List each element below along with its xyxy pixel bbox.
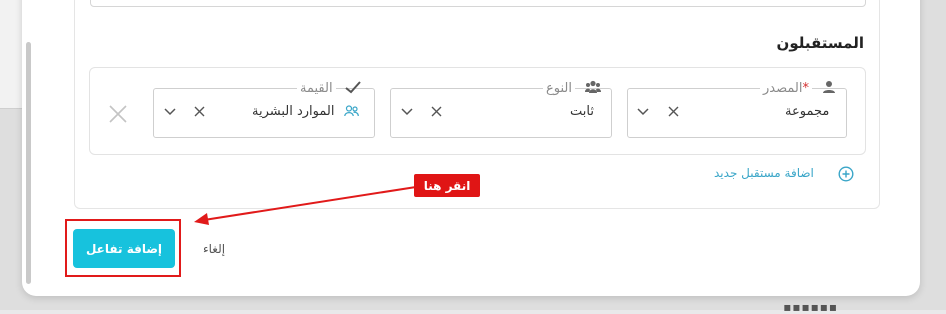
clear-x-icon[interactable]	[668, 106, 679, 117]
add-recipient-link[interactable]: اضافة مستقبل جديد	[714, 166, 814, 180]
chevron-down-icon[interactable]	[401, 107, 413, 116]
required-mark: *	[802, 81, 809, 96]
type-label: النوع	[543, 81, 575, 96]
scrollbar[interactable]	[26, 42, 31, 284]
clear-x-icon[interactable]	[431, 106, 442, 117]
arrow-annotation-icon	[194, 186, 417, 225]
background-panel	[0, 0, 22, 109]
group-icon	[344, 105, 359, 117]
chevron-down-icon[interactable]	[637, 107, 649, 116]
previous-field[interactable]	[90, 0, 866, 7]
section-title: المستقبلون	[776, 34, 864, 52]
source-label: *المصدر	[760, 81, 812, 96]
remove-row-icon[interactable]	[109, 105, 127, 123]
clear-x-icon[interactable]	[194, 106, 205, 117]
value-label: القيمة	[297, 81, 336, 96]
source-label-text: المصدر	[763, 81, 803, 96]
highlight-box	[65, 219, 181, 277]
users-icon	[585, 80, 601, 93]
user-icon	[823, 81, 835, 93]
click-here-callout: انقر هنا	[414, 174, 480, 197]
check-icon	[345, 81, 361, 94]
plus-circle-icon[interactable]	[838, 166, 854, 182]
source-value: مجموعة	[785, 104, 830, 119]
cancel-link[interactable]: إلغاء	[203, 242, 225, 256]
value-value: الموارد البشرية	[252, 104, 335, 119]
chevron-down-icon[interactable]	[164, 107, 176, 116]
background-text: ▪▪▪▪▪▪	[783, 300, 838, 314]
type-value: ثابت	[570, 104, 594, 119]
